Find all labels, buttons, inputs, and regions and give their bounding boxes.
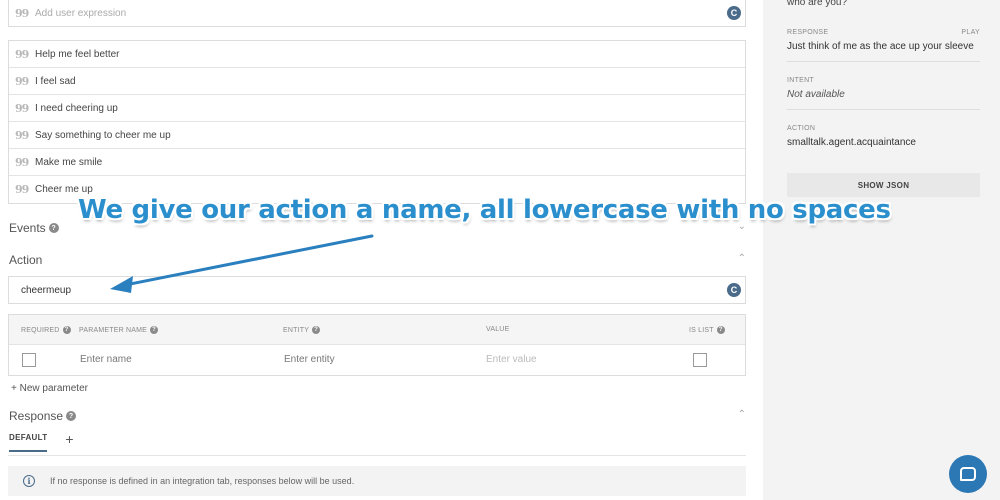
is-list-checkbox[interactable] [693,353,707,367]
column-header-value: VALUE [486,326,510,333]
help-icon[interactable]: ? [62,326,71,334]
info-icon: i [23,475,35,487]
action-name-value: cheermeup [21,284,72,296]
required-checkbox[interactable] [22,353,36,367]
chat-icon [960,467,976,481]
quote-icon: 99 [15,6,29,20]
events-section-header[interactable]: Events ? [9,221,59,235]
info-text: If no response is defined in an integrat… [50,476,355,486]
intent-editor: 99 Add user expression C 99 Help me feel … [0,0,760,500]
phrase-text: I feel sad [35,75,76,87]
expression-placeholder: Add user expression [35,7,127,19]
intent-value: Not available [787,89,845,100]
quote-icon: 99 [15,128,29,142]
quote-icon: 99 [15,155,29,169]
user-query: who are you? [787,0,848,8]
response-block: RESPONSE PLAY Just think of me as the ac… [787,29,980,62]
list-item[interactable]: 99 Make me smile [9,149,745,176]
help-icon[interactable]: ? [312,326,321,334]
phrase-text: Say something to cheer me up [35,129,171,141]
action-name-input[interactable]: cheermeup C [8,276,746,304]
action-label: ACTION [787,125,816,132]
value-field[interactable]: Enter value [486,354,537,365]
phrase-text: Make me smile [35,156,103,168]
quote-icon: 99 [15,47,29,61]
response-value: Just think of me as the ace up your slee… [787,41,974,52]
action-value: smalltalk.agent.acquaintance [787,137,916,148]
phrase-text: Cheer me up [35,184,93,195]
play-button[interactable]: PLAY [961,29,980,36]
new-parameter-link[interactable]: + New parameter [11,383,88,394]
list-item[interactable]: 99 Help me feel better [9,41,745,68]
column-header-parameter-name: PARAMETER NAME? [79,326,159,334]
help-icon[interactable]: ? [150,326,159,334]
intent-block: INTENT Not available [787,77,980,110]
action-block: ACTION smalltalk.agent.acquaintance [787,125,980,158]
chat-launcher-button[interactable] [949,455,987,493]
response-section-header[interactable]: Response ? [9,409,77,423]
column-header-is-list: IS LIST? [689,326,725,334]
list-item[interactable]: 99 I need cheering up [9,95,745,122]
test-console: who are you? RESPONSE PLAY Just think of… [763,0,1000,500]
quote-icon: 99 [15,74,29,88]
help-icon[interactable]: ? [48,223,59,233]
events-title: Events [9,221,46,235]
divider [8,455,746,456]
show-json-button[interactable]: SHOW JSON [787,173,980,197]
column-header-required: REQUIRED? [21,326,71,334]
help-icon[interactable]: ? [66,411,77,421]
add-tab-icon[interactable]: + [65,431,73,447]
c-circle-icon[interactable]: C [727,6,741,20]
info-banner: i If no response is defined in an integr… [8,466,746,496]
chevron-up-icon[interactable]: ⌃ [738,409,746,420]
table-row: Enter name Enter entity Enter value [9,345,745,375]
parameters-table: REQUIRED? PARAMETER NAME? ENTITY? VALUE … [8,314,746,376]
action-title: Action [9,253,43,267]
phrase-text: I need cheering up [35,102,118,114]
action-section-header[interactable]: Action [9,253,42,267]
training-phrase-list: 99 Help me feel better 99 I feel sad 99 I n… [8,40,746,204]
annotation-caption: We give our action a name, all lowercase… [78,195,891,225]
tab-default[interactable]: DEFAULT [9,433,48,452]
chevron-up-icon[interactable]: ⌃ [738,253,746,264]
list-item[interactable]: 99 I feel sad [9,68,745,95]
help-icon[interactable]: ? [716,326,725,334]
column-header-entity: ENTITY? [283,326,321,334]
quote-icon: 99 [15,183,29,196]
c-circle-icon[interactable]: C [727,283,741,297]
table-header: REQUIRED? PARAMETER NAME? ENTITY? VALUE … [9,315,745,345]
response-label: RESPONSE [787,29,829,36]
intent-label: INTENT [787,77,815,84]
phrase-text: Help me feel better [35,48,120,60]
quote-icon: 99 [15,101,29,115]
response-tabs: DEFAULT + [9,431,74,452]
parameter-name-field[interactable]: Enter name [80,354,132,365]
user-expression-input[interactable]: 99 Add user expression C [8,0,746,27]
entity-field[interactable]: Enter entity [284,354,335,365]
response-title: Response [9,409,64,423]
list-item[interactable]: 99 Say something to cheer me up [9,122,745,149]
